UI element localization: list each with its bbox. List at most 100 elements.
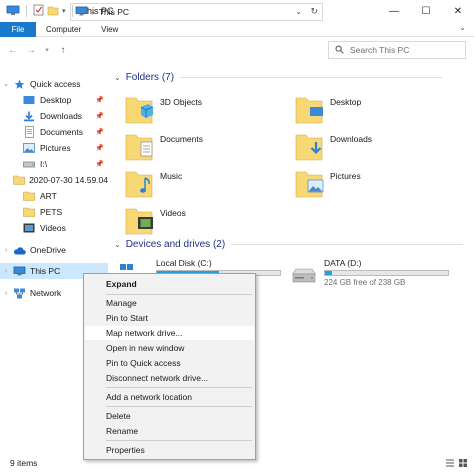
network-icon [12,288,26,299]
folder-desktop[interactable]: Desktop [294,92,454,128]
cloud-icon [12,246,26,255]
menu-item-open-in-new-window[interactable]: Open in new window [85,341,254,355]
sidebar-item-label: Documents [40,127,83,137]
tab-file[interactable]: File [0,21,36,37]
sidebar-item-label: 2020-07-30 14.59.04 [29,175,108,185]
menu-item-expand[interactable]: Expand [85,277,254,291]
address-bar[interactable]: › This PC ⌄ ↻ [70,3,323,21]
menu-item-delete[interactable]: Delete [85,409,254,423]
drive-d[interactable]: DATA (D:) 224 GB free of 238 GB [290,258,449,288]
menu-item-add-network-location[interactable]: Add a network location [85,390,254,404]
search-placeholder: Search This PC [350,45,410,55]
sidebar-item-label: Videos [40,223,66,233]
sidebar-item-quick-access[interactable]: ⌄ Quick access [0,76,108,92]
sidebar-item-documents[interactable]: Documents 📌 [0,124,108,140]
folder-downloads[interactable]: Downloads [294,129,454,165]
documents-icon [22,126,36,138]
chevron-down-icon[interactable]: ⌄ [114,73,121,82]
menu-item-manage[interactable]: Manage [85,296,254,310]
pin-icon[interactable]: 📌 [95,160,104,168]
breadcrumb-separator[interactable]: › [92,7,95,17]
folder-3d-objects[interactable]: 3D Objects [124,92,284,128]
menu-item-map-network-drive[interactable]: Map network drive... [85,326,254,340]
folder-music[interactable]: Music [124,166,284,202]
back-arrow-icon[interactable]: ← [6,45,20,56]
devices-group-header[interactable]: ⌄ Devices and drives (2) [114,239,464,250]
folder-name: Documents [160,134,203,144]
sidebar-item-onedrive[interactable]: › OneDrive [0,242,108,258]
this-pc-icon [75,6,88,18]
search-box[interactable]: Search This PC [328,41,466,59]
folder-name: Downloads [330,134,373,144]
videos-icon [22,223,36,233]
folders-group-header[interactable]: ⌄ Folders (7) [114,72,443,83]
devices-group-title: Devices and drives (2) [125,239,226,250]
customize-toolbar-chevron-icon[interactable]: ▾ [62,7,66,15]
new-folder-icon[interactable] [47,5,59,18]
sidebar-item-desktop[interactable]: Desktop 📌 [0,92,108,108]
menu-item-pin-to-start[interactable]: Pin to Start [85,311,254,325]
downloads-folder-icon [294,130,324,164]
address-dropdown-chevron-icon[interactable]: ⌄ [295,7,302,16]
ribbon-tabs: File Computer View ⌄ [0,21,474,37]
chevron-right-icon[interactable]: › [0,268,12,275]
folder-name: Desktop [330,97,362,107]
sidebar-item-label: Downloads [40,111,83,121]
folders-group-title: Folders (7) [125,72,175,83]
folder-videos[interactable]: Videos [124,203,284,239]
up-arrow-icon[interactable]: ↑ [56,45,70,56]
chevron-right-icon[interactable]: › [0,247,12,254]
maximize-button[interactable]: ☐ [410,0,442,22]
videos-folder-icon [124,204,154,238]
pin-icon[interactable]: 📌 [95,112,104,120]
menu-item-properties[interactable]: Properties [85,443,254,457]
sidebar-item-art[interactable]: ART [0,188,108,204]
pin-icon[interactable]: 📌 [95,128,104,136]
details-view-icon[interactable] [445,458,455,470]
breadcrumb-this-pc[interactable]: This PC [99,7,129,17]
tab-computer[interactable]: Computer [36,22,91,37]
folder-name: Pictures [330,171,361,181]
minimize-button[interactable]: — [378,0,410,22]
desktop-folder-icon [294,93,324,127]
menu-item-disconnect-network-drive[interactable]: Disconnect network drive... [85,371,254,385]
chevron-down-icon[interactable]: ⌄ [0,80,12,88]
3d-objects-icon [124,93,154,127]
forward-arrow-icon[interactable]: → [24,45,38,56]
context-menu: Expand Manage Pin to Start Map network d… [83,273,256,460]
sidebar-item-label: ART [40,191,57,201]
refresh-icon[interactable]: ↻ [310,6,318,17]
folder-documents[interactable]: Documents [124,129,284,165]
properties-icon[interactable] [33,4,44,18]
menu-item-pin-to-quick-access[interactable]: Pin to Quick access [85,356,254,370]
expand-ribbon-chevron-icon[interactable]: ⌄ [459,23,466,32]
folder-name: Videos [160,208,186,218]
close-button[interactable]: ✕ [442,0,474,22]
sidebar-item-i-drive[interactable]: I:\ 📌 [0,156,108,172]
drive-name: DATA (D:) [324,258,362,268]
sidebar-item-videos[interactable]: Videos [0,220,108,236]
this-pc-icon [6,5,20,18]
sidebar-item-pets[interactable]: PETS [0,204,108,220]
menu-item-rename[interactable]: Rename [85,424,254,438]
tab-view[interactable]: View [91,22,128,37]
chevron-right-icon[interactable]: › [0,290,12,297]
star-icon [12,79,26,90]
sidebar-item-folder-2020[interactable]: 2020-07-30 14.59.04 [0,172,108,188]
folder-icon [22,207,36,217]
sidebar-item-downloads[interactable]: Downloads 📌 [0,108,108,124]
sidebar-item-label: OneDrive [30,245,66,255]
large-icons-view-icon[interactable] [458,458,468,470]
sidebar-item-pictures[interactable]: Pictures 📌 [0,140,108,156]
pin-icon[interactable]: 📌 [95,96,104,104]
item-count: 9 items [10,458,38,468]
folder-pictures[interactable]: Pictures [294,166,454,202]
pin-icon[interactable]: 📌 [95,144,104,152]
documents-folder-icon [124,130,154,164]
folder-icon [13,175,25,185]
sidebar-item-label: Desktop [40,95,72,105]
sidebar-item-label: Pictures [40,143,71,153]
recent-locations-chevron-icon[interactable]: ▾ [40,46,54,54]
search-icon [335,45,344,56]
chevron-down-icon[interactable]: ⌄ [114,240,121,249]
